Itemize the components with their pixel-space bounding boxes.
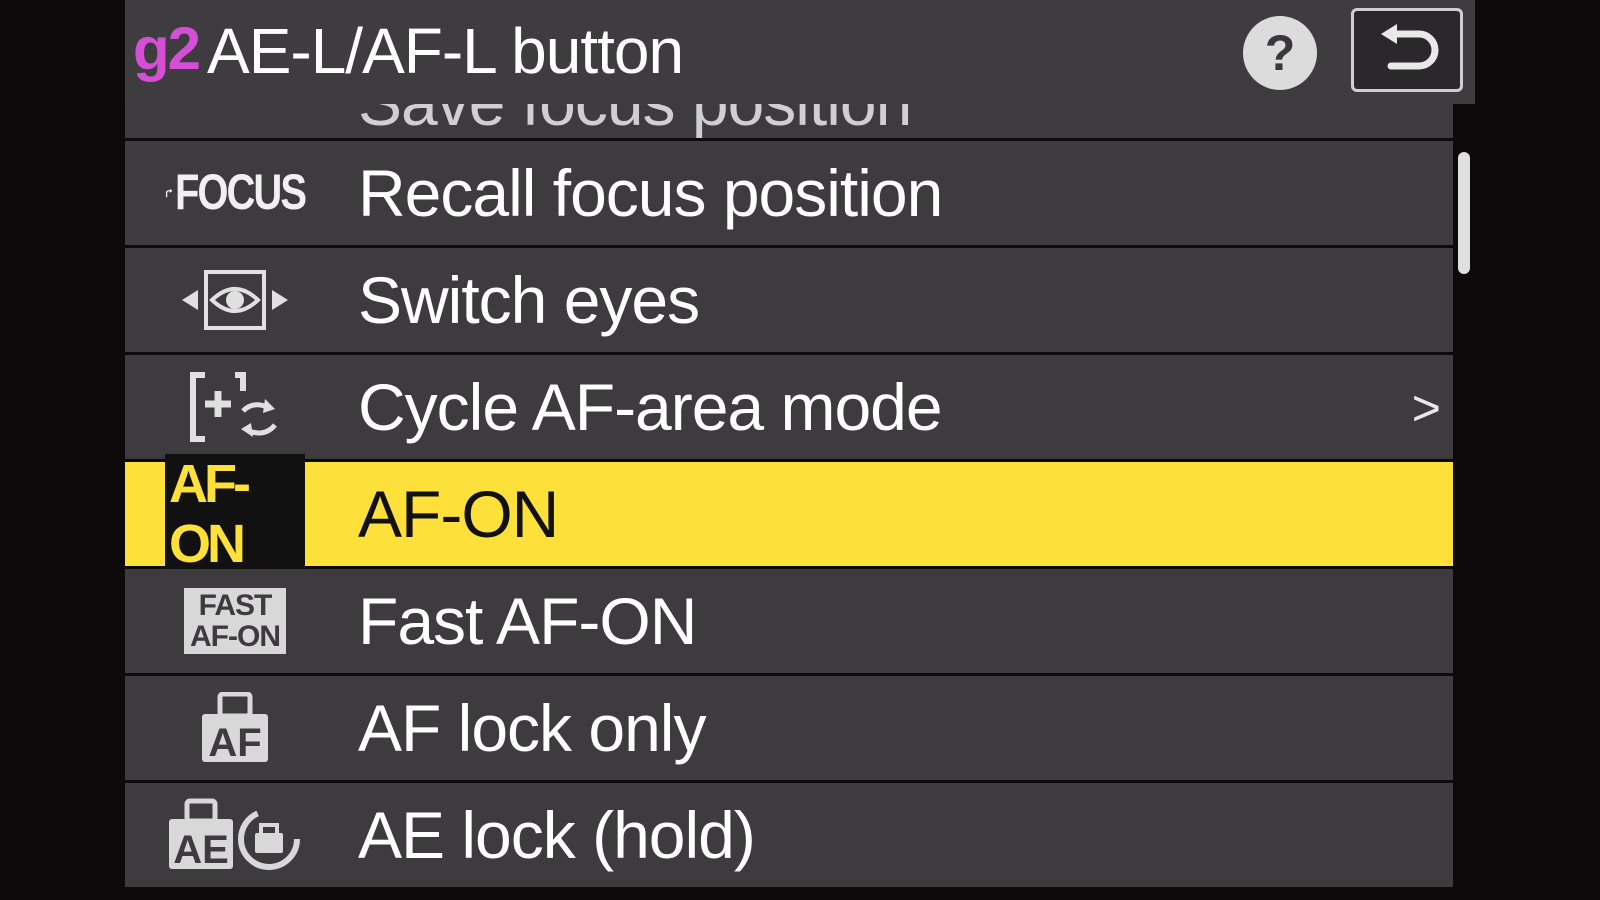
menu-header: g2 AE-L/AF-L button ? xyxy=(125,0,1475,107)
list-item-fast-af-on[interactable]: FAST AF-ON Fast AF-ON xyxy=(125,569,1453,673)
list-item-af-lock-only[interactable]: AF AF lock only xyxy=(125,676,1453,780)
ae-lock-hold-icon: AE xyxy=(165,783,305,887)
list-item-label: Switch eyes xyxy=(358,263,700,337)
list-item-label: Cycle AF-area mode xyxy=(358,370,943,444)
svg-text:AE: AE xyxy=(173,828,229,872)
chevron-right-icon: > xyxy=(1411,380,1441,436)
af-on-icon: AF-ON xyxy=(165,454,305,574)
menu-code: g2 xyxy=(133,15,201,82)
list-item-label: AE lock (hold) xyxy=(358,798,756,872)
camera-menu-screen: g2 AE-L/AF-L button ? Save focus positio… xyxy=(125,0,1475,900)
list-item-ae-lock-hold[interactable]: AE AE lock (hold) xyxy=(125,783,1453,887)
switch-eyes-icon xyxy=(165,248,305,352)
list-item-switch-eyes[interactable]: Switch eyes xyxy=(125,248,1453,352)
menu-list: Save focus position FOCUS Recall focus p… xyxy=(125,104,1453,890)
scrollbar[interactable] xyxy=(1453,104,1475,900)
list-item-label: AF lock only xyxy=(358,691,706,765)
list-item-af-on[interactable]: AF-ON AF-ON xyxy=(125,454,1453,574)
af-lock-icon: AF xyxy=(165,676,305,780)
scrollbar-thumb[interactable] xyxy=(1458,152,1470,274)
list-item-save-focus-position[interactable]: Save focus position xyxy=(125,104,1453,138)
list-item-recall-focus-position[interactable]: FOCUS Recall focus position xyxy=(125,141,1453,245)
svg-text:AF: AF xyxy=(208,721,261,764)
recall-focus-icon: FOCUS xyxy=(165,141,307,245)
list-item-label: Save focus position xyxy=(358,104,912,138)
back-button[interactable] xyxy=(1351,8,1463,92)
page-title: AE-L/AF-L button xyxy=(207,15,684,87)
return-arrow-icon xyxy=(1381,24,1439,70)
list-item-cycle-af-area-mode[interactable]: Cycle AF-area mode > xyxy=(125,355,1453,459)
list-item-label: Fast AF-ON xyxy=(358,584,697,658)
list-item-label: AF-ON xyxy=(358,477,559,551)
help-button[interactable]: ? xyxy=(1243,16,1317,90)
list-item-label: Recall focus position xyxy=(358,156,943,230)
fast-af-on-icon: FAST AF-ON xyxy=(165,569,305,673)
cycle-af-area-icon xyxy=(165,355,305,459)
